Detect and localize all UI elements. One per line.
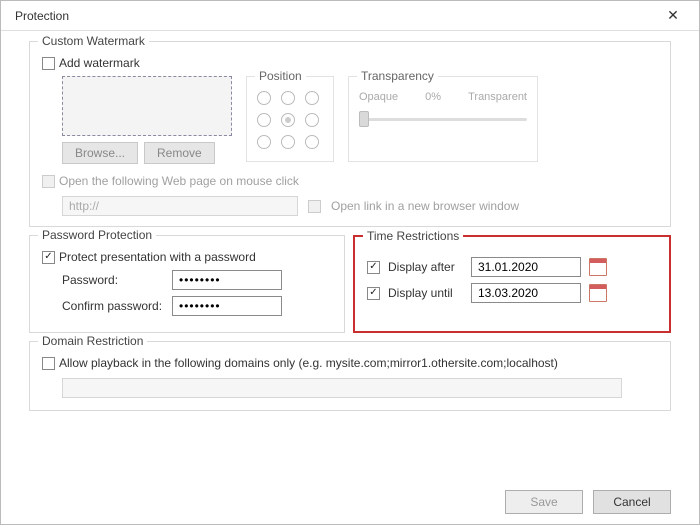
browse-button[interactable]: Browse... xyxy=(62,142,138,164)
domain-allow-label: Allow playback in the following domains … xyxy=(59,356,558,370)
password-input[interactable] xyxy=(172,270,282,290)
slider-track xyxy=(359,118,527,121)
position-mid-left[interactable] xyxy=(257,113,271,127)
display-until-checkbox[interactable] xyxy=(367,287,380,300)
position-mid-right[interactable] xyxy=(305,113,319,127)
watermark-preview xyxy=(62,76,232,136)
position-bot-center[interactable] xyxy=(281,135,295,149)
add-watermark-row[interactable]: Add watermark xyxy=(42,56,658,70)
domain-input[interactable] xyxy=(62,378,622,398)
slider-thumb[interactable] xyxy=(359,111,369,127)
position-bot-left[interactable] xyxy=(257,135,271,149)
protect-label: Protect presentation with a password xyxy=(59,250,256,264)
weblink-label: Open the following Web page on mouse cli… xyxy=(59,174,299,188)
watermark-buttons: Browse... Remove xyxy=(62,142,232,164)
position-top-center[interactable] xyxy=(281,91,295,105)
add-watermark-label: Add watermark xyxy=(59,56,140,70)
display-until-label: Display until xyxy=(388,286,463,300)
save-button[interactable]: Save xyxy=(505,490,583,514)
domain-allow-row[interactable]: Allow playback in the following domains … xyxy=(42,356,658,370)
display-after-input[interactable] xyxy=(471,257,581,277)
password-protection-group: Password Protection Protect presentation… xyxy=(29,235,345,333)
cancel-button[interactable]: Cancel xyxy=(593,490,671,514)
calendar-icon[interactable] xyxy=(589,258,607,276)
confirm-password-input[interactable] xyxy=(172,296,282,316)
position-top-right[interactable] xyxy=(305,91,319,105)
remove-button[interactable]: Remove xyxy=(144,142,215,164)
watermark-left: Browse... Remove xyxy=(62,76,232,164)
position-mid-center[interactable] xyxy=(281,113,295,127)
close-icon: ✕ xyxy=(667,7,679,24)
display-after-checkbox[interactable] xyxy=(367,261,380,274)
protect-checkbox[interactable] xyxy=(42,251,55,264)
password-line: Password: xyxy=(62,270,332,290)
position-group: Position xyxy=(246,76,334,162)
domain-allow-checkbox[interactable] xyxy=(42,357,55,370)
weblink-input[interactable] xyxy=(62,196,298,216)
transparency-labels: Opaque 0% Transparent xyxy=(359,91,527,103)
domain-legend: Domain Restriction xyxy=(38,334,147,348)
display-after-label: Display after xyxy=(388,260,463,274)
confirm-line: Confirm password: xyxy=(62,296,332,316)
time-restrictions-group: Time Restrictions Display after Display … xyxy=(353,235,671,333)
position-grid[interactable] xyxy=(257,91,323,153)
display-until-input[interactable] xyxy=(471,283,581,303)
opaque-label: Opaque xyxy=(359,91,398,103)
watermark-body: Browse... Remove Position xyxy=(42,76,658,164)
percent-label: 0% xyxy=(425,91,441,103)
password-legend: Password Protection xyxy=(38,228,156,242)
password-time-row: Password Protection Protect presentation… xyxy=(29,235,671,341)
custom-watermark-legend: Custom Watermark xyxy=(38,34,149,48)
weblink-checkbox[interactable] xyxy=(42,175,55,188)
protect-row[interactable]: Protect presentation with a password xyxy=(42,250,332,264)
domain-restriction-group: Domain Restriction Allow playback in the… xyxy=(29,341,671,411)
dialog-content: Custom Watermark Add watermark Browse...… xyxy=(1,31,699,480)
close-button[interactable]: ✕ xyxy=(655,3,691,29)
display-until-row: Display until xyxy=(367,283,657,303)
password-label: Password: xyxy=(62,273,172,287)
calendar-icon[interactable] xyxy=(589,284,607,302)
transparency-group: Transparency Opaque 0% Transparent xyxy=(348,76,538,162)
add-watermark-checkbox[interactable] xyxy=(42,57,55,70)
transparency-legend: Transparency xyxy=(357,69,438,83)
dialog-title: Protection xyxy=(15,9,69,23)
display-after-row: Display after xyxy=(367,257,657,277)
dialog-footer: Save Cancel xyxy=(1,480,699,524)
transparent-label: Transparent xyxy=(468,91,527,103)
newwindow-label: Open link in a new browser window xyxy=(331,199,519,213)
position-legend: Position xyxy=(255,69,306,83)
weblink-row[interactable]: Open the following Web page on mouse cli… xyxy=(42,174,658,188)
transparency-slider[interactable] xyxy=(359,109,527,129)
protection-dialog: Protection ✕ Custom Watermark Add waterm… xyxy=(0,0,700,525)
position-transparency-row: Position xyxy=(246,76,538,162)
titlebar: Protection ✕ xyxy=(1,1,699,31)
time-legend: Time Restrictions xyxy=(363,229,463,243)
custom-watermark-group: Custom Watermark Add watermark Browse...… xyxy=(29,41,671,227)
confirm-label: Confirm password: xyxy=(62,299,172,313)
newwindow-checkbox[interactable] xyxy=(308,200,321,213)
position-top-left[interactable] xyxy=(257,91,271,105)
weblink-input-row: Open link in a new browser window xyxy=(42,196,658,216)
position-bot-right[interactable] xyxy=(305,135,319,149)
